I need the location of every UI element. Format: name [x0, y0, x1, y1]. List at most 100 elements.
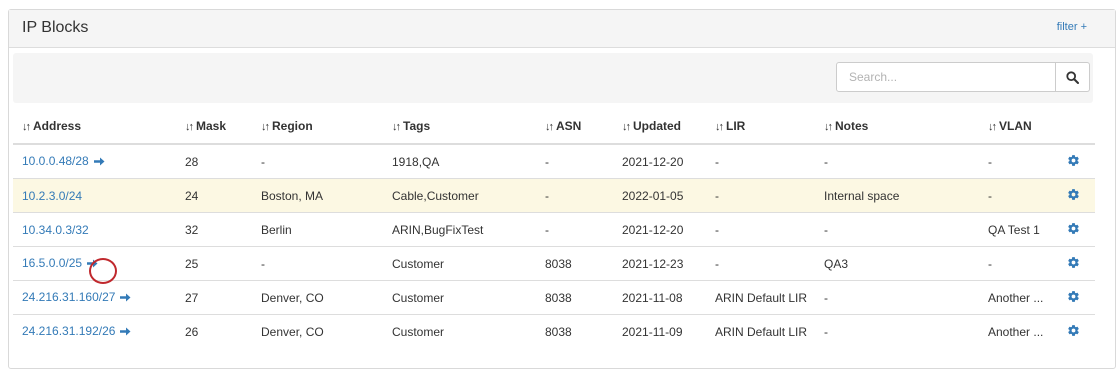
- filter-link[interactable]: filter +: [1057, 21, 1087, 33]
- arrow-right-icon[interactable]: [120, 325, 131, 339]
- cell-lir: -: [706, 178, 815, 213]
- cell-updated: 2022-01-05: [613, 178, 706, 213]
- table-toolbar: [13, 53, 1093, 103]
- cell-tags: 1918,QA: [383, 143, 536, 179]
- address-link[interactable]: 10.0.0.48/28: [22, 154, 89, 168]
- table-row: 24.216.31.192/26 26 Denver, CO Customer 8038…: [13, 314, 1095, 348]
- gear-icon[interactable]: [1067, 188, 1080, 204]
- column-header-region[interactable]: ↓↑ Region: [252, 108, 383, 145]
- cell-actions: [1052, 143, 1095, 179]
- cell-actions: [1052, 314, 1095, 348]
- cell-address: 24.216.31.160/27: [13, 280, 176, 315]
- column-header-notes[interactable]: ↓↑ Notes: [815, 108, 979, 145]
- address-link[interactable]: 10.2.3.0/24: [22, 189, 82, 203]
- cell-vlan: -: [979, 178, 1052, 213]
- sort-icon: ↓↑: [824, 120, 833, 133]
- arrow-right-icon[interactable]: [87, 257, 98, 271]
- gear-icon[interactable]: [1067, 222, 1080, 238]
- cell-vlan: -: [979, 246, 1052, 281]
- arrow-right-icon[interactable]: [93, 155, 105, 169]
- arrow-right-icon[interactable]: [120, 291, 131, 305]
- cell-mask: 27: [176, 280, 252, 315]
- column-header-vlan[interactable]: ↓↑ VLAN: [979, 108, 1052, 145]
- cell-vlan: Another ...: [979, 280, 1052, 315]
- table-header-row: ↓↑ Address ↓↑ Mask ↓↑ Region ↓↑ Tags ↓↑ ASN ↓…: [13, 108, 1095, 145]
- cell-region: Berlin: [252, 212, 383, 247]
- address-link[interactable]: 24.216.31.160/27: [22, 290, 115, 304]
- cell-vlan: -: [979, 143, 1052, 179]
- cell-mask: 26: [176, 314, 252, 348]
- gear-icon[interactable]: [1067, 154, 1080, 170]
- search-icon: [1066, 70, 1079, 84]
- cell-address: 10.34.0.3/32: [13, 212, 176, 247]
- gear-icon[interactable]: [1067, 324, 1080, 340]
- cell-mask: 32: [176, 212, 252, 247]
- address-link[interactable]: 16.5.0.0/25: [22, 256, 82, 270]
- sort-icon: ↓↑: [185, 120, 194, 133]
- cell-updated: 2021-12-23: [613, 246, 706, 281]
- column-header-updated[interactable]: ↓↑ Updated: [613, 108, 706, 145]
- cell-vlan: Another ...: [979, 314, 1052, 348]
- cell-lir: ARIN Default LIR: [706, 314, 815, 348]
- cell-updated: 2021-12-20: [613, 143, 706, 179]
- cell-region: Boston, MA: [252, 178, 383, 213]
- cell-lir: ARIN Default LIR: [706, 280, 815, 315]
- cell-notes: -: [815, 143, 979, 179]
- cell-actions: [1052, 246, 1095, 281]
- table-row: 10.0.0.48/28 28-1918,QA -2021-12-20- - -: [13, 143, 1095, 179]
- search-button[interactable]: [1056, 62, 1090, 92]
- cell-address: 10.0.0.48/28: [13, 143, 176, 179]
- cell-updated: 2021-11-08: [613, 280, 706, 315]
- cell-tags: Cable,Customer: [383, 178, 536, 213]
- cell-actions: [1052, 212, 1095, 247]
- cell-tags: Customer: [383, 314, 536, 348]
- cell-notes: -: [815, 280, 979, 315]
- table-row: 10.2.3.0/24 24 Boston, MA Cable,Customer -20…: [13, 178, 1095, 213]
- cell-notes: -: [815, 314, 979, 348]
- column-header-mask[interactable]: ↓↑ Mask: [176, 108, 252, 145]
- cell-asn: -: [536, 178, 613, 213]
- cell-address: 10.2.3.0/24: [13, 178, 176, 213]
- gear-icon[interactable]: [1067, 290, 1080, 306]
- cell-lir: -: [706, 143, 815, 179]
- cell-tags: Customer: [383, 280, 536, 315]
- panel-heading: IP Blocks filter +: [9, 10, 1115, 48]
- cell-mask: 28: [176, 143, 252, 179]
- cell-notes: Internal space: [815, 178, 979, 213]
- column-header-lir[interactable]: ↓↑ LIR: [706, 108, 815, 145]
- cell-notes: -: [815, 212, 979, 247]
- sort-icon: ↓↑: [261, 120, 270, 133]
- column-header-address[interactable]: ↓↑ Address: [13, 108, 176, 145]
- cell-notes: QA3: [815, 246, 979, 281]
- cell-updated: 2021-12-20: [613, 212, 706, 247]
- sort-icon: ↓↑: [622, 120, 631, 133]
- gear-icon[interactable]: [1067, 256, 1080, 272]
- column-header-tags[interactable]: ↓↑ Tags: [383, 108, 536, 145]
- column-header-asn[interactable]: ↓↑ ASN: [536, 108, 613, 145]
- cell-asn: 8038: [536, 280, 613, 315]
- column-header-actions: [1052, 108, 1095, 145]
- table-row: 16.5.0.0/25 25- Customer 8038 2021-12-23- QA3…: [13, 246, 1095, 281]
- sort-icon: ↓↑: [392, 120, 401, 133]
- cell-asn: -: [536, 212, 613, 247]
- cell-lir: -: [706, 246, 815, 281]
- table-row: 24.216.31.160/27 27 Denver, CO Customer 8038…: [13, 280, 1095, 315]
- cell-lir: -: [706, 212, 815, 247]
- cell-asn: 8038: [536, 314, 613, 348]
- search-group: [836, 62, 1090, 92]
- cell-actions: [1052, 178, 1095, 213]
- cell-region: Denver, CO: [252, 314, 383, 348]
- cell-region: -: [252, 143, 383, 179]
- cell-mask: 25: [176, 246, 252, 281]
- cell-updated: 2021-11-09: [613, 314, 706, 348]
- cell-asn: 8038: [536, 246, 613, 281]
- sort-icon: ↓↑: [22, 120, 31, 133]
- sort-icon: ↓↑: [988, 120, 997, 133]
- cell-actions: [1052, 280, 1095, 315]
- table-row: 10.34.0.3/32 32 Berlin ARIN,BugFixTest -2021…: [13, 212, 1095, 247]
- address-link[interactable]: 24.216.31.192/26: [22, 324, 115, 338]
- cell-mask: 24: [176, 178, 252, 213]
- search-input[interactable]: [836, 62, 1056, 92]
- address-link[interactable]: 10.34.0.3/32: [22, 223, 89, 237]
- cell-tags: ARIN,BugFixTest: [383, 212, 536, 247]
